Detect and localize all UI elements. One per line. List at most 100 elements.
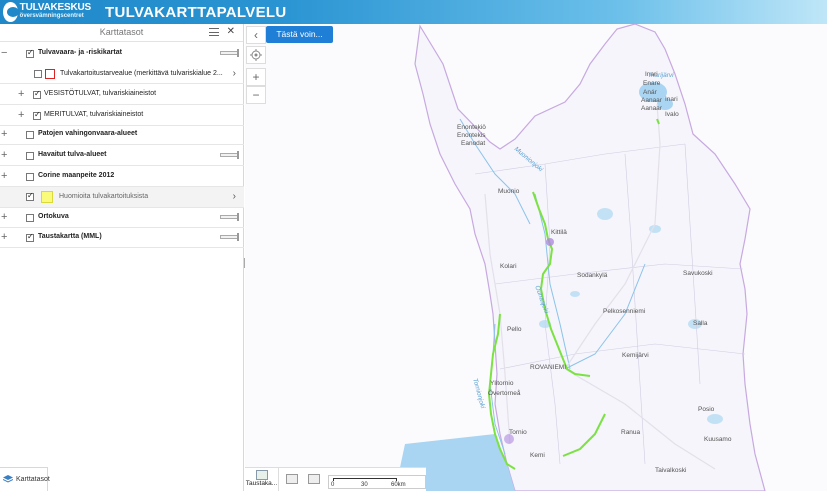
place-label: Eanodat — [461, 140, 486, 147]
layer-row-taustakartta: + Taustakartta (MML) — [0, 228, 244, 248]
layer-checkbox[interactable] — [33, 110, 41, 120]
tulvakeskus-logo[interactable]: TULVAKESKUS översvämningscentret — [3, 1, 91, 23]
crosshair-icon — [250, 49, 262, 61]
panel-header: Karttatasot ✕ — [0, 24, 243, 42]
place-label: Enontekis — [457, 132, 486, 139]
place-label: Inari — [665, 96, 678, 103]
layer-label: VESISTÖTULVAT, tulvariskiaineistot — [44, 90, 157, 97]
map-tool-button[interactable] — [283, 468, 301, 491]
layer-panel: Karttatasot ✕ − Tulvavaara- ja -riskikar… — [0, 24, 244, 491]
scale-label: 60km — [391, 482, 406, 488]
action-menu-button[interactable]: Tästä voin... — [266, 26, 333, 43]
place-label: Anár — [643, 89, 657, 96]
layer-checkbox[interactable] — [26, 232, 34, 242]
app-title: TULVAKARTTAPALVELU — [105, 3, 287, 21]
collapse-panel-button[interactable]: ‹ — [246, 26, 266, 44]
collapse-icon[interactable]: − — [1, 47, 7, 59]
layer-label: Taustakartta (MML) — [38, 233, 102, 240]
layers-toggle-button[interactable]: Karttatasot — [0, 467, 50, 491]
place-label: Kuusamo — [704, 436, 732, 443]
layer-checkbox[interactable] — [26, 131, 34, 139]
locate-button[interactable] — [246, 46, 266, 64]
layer-row-huomioita: Huomioita tulvakartoituksista › — [0, 187, 244, 208]
layer-checkbox[interactable] — [34, 70, 42, 78]
scale-label: 30 — [361, 482, 368, 488]
basemap-label: Taustaka... — [245, 480, 278, 487]
place-label: Enontekiö — [457, 124, 486, 131]
layer-label: Tulvavaara- ja -riskikartat — [38, 49, 122, 56]
layer-checkbox[interactable] — [26, 214, 34, 222]
layer-row-meritulvat: + MERITULVAT, tulvariskiaineistot — [0, 106, 244, 126]
expand-icon[interactable]: + — [1, 128, 7, 140]
opacity-slider[interactable] — [220, 233, 239, 241]
layer-label: Corine maanpeite 2012 — [38, 172, 115, 179]
opacity-slider[interactable] — [220, 151, 239, 159]
zoom-out-button[interactable]: − — [246, 86, 266, 104]
place-label: Kemi — [530, 452, 545, 459]
app-header: TULVAKESKUS översvämningscentret TULVAKA… — [0, 0, 827, 24]
map-bottom-toolbar: Taustaka... 0 30 60km — [245, 467, 426, 491]
map-tool-button[interactable] — [305, 468, 323, 491]
layer-checkbox[interactable] — [26, 191, 34, 201]
map-canvas — [245, 24, 827, 491]
place-label: Muonio — [498, 188, 520, 195]
layer-label: Havaitut tulva-alueet — [38, 151, 107, 158]
panel-title: Karttatasot — [99, 27, 144, 37]
legend-swatch-red — [45, 69, 55, 79]
place-label: Kittilä — [551, 229, 567, 236]
layer-label: Huomioita tulvakartoituksista — [59, 193, 149, 200]
chevron-right-icon[interactable]: › — [233, 68, 236, 79]
map-compare-icon — [308, 474, 320, 484]
zoom-in-button[interactable]: + — [246, 68, 266, 86]
place-label: Salla — [693, 320, 708, 327]
expand-icon[interactable]: + — [1, 211, 7, 223]
basemap-icon — [255, 470, 268, 480]
layer-label: Tulvakartoitustarvealue (merkittävä tulv… — [60, 70, 223, 77]
layer-row-tulvakartoitustarvealue: Tulvakartoitustarvealue (merkittävä tulv… — [0, 64, 244, 84]
expand-icon[interactable]: + — [1, 149, 7, 161]
place-label: ROVANIEMI — [530, 364, 566, 371]
place-label: Tornio — [509, 429, 527, 436]
layer-checkbox[interactable] — [26, 152, 34, 160]
place-label: Ivalo — [665, 111, 679, 118]
layer-row-tulvavaara: − Tulvavaara- ja -riskikartat — [0, 44, 244, 64]
chevron-right-icon[interactable]: › — [233, 191, 236, 202]
place-label: Inarijärvi — [649, 72, 674, 79]
place-label: Taivalkoski — [655, 467, 687, 474]
expand-icon[interactable]: + — [1, 231, 7, 243]
basemap-button[interactable]: Taustaka... — [245, 468, 279, 491]
expand-icon[interactable]: + — [18, 88, 24, 100]
expand-icon[interactable]: + — [1, 170, 7, 182]
layer-label: Ortokuva — [38, 213, 69, 220]
layer-checkbox[interactable] — [26, 48, 34, 58]
place-label: Aanaar — [641, 97, 662, 104]
opacity-slider[interactable] — [220, 213, 239, 221]
layer-checkbox[interactable] — [33, 89, 41, 99]
place-label: Enare — [643, 80, 661, 87]
layer-row-vesistotulvat: + VESISTÖTULVAT, tulvariskiaineistot — [0, 85, 244, 105]
place-label: Ranua — [621, 429, 641, 436]
layer-row-havaitut: + Havaitut tulva-alueet — [0, 146, 244, 166]
layer-row-patojen: + Patojen vahingonvaara-alueet — [0, 125, 244, 145]
layer-row-corine: + Corine maanpeite 2012 — [0, 167, 244, 187]
place-label: Kemijärvi — [622, 352, 649, 359]
layers-icon — [3, 475, 13, 483]
logo-subtitle: översvämningscentret — [19, 13, 84, 19]
layers-toggle-label: Karttatasot — [16, 476, 50, 483]
place-label: Pelkosenniemi — [603, 308, 646, 315]
wave-logo-icon — [3, 2, 19, 22]
place-label: Sodankylä — [577, 272, 608, 279]
place-label: Pello — [507, 326, 522, 333]
place-label: Aanaar — [641, 105, 662, 112]
scale-label: 0 — [331, 482, 335, 488]
scale-bar: 0 30 60km — [328, 475, 426, 489]
expand-icon[interactable]: + — [18, 109, 24, 121]
opacity-slider[interactable] — [220, 49, 239, 57]
layer-checkbox[interactable] — [26, 173, 34, 181]
place-label: Kolari — [500, 263, 517, 270]
close-icon[interactable]: ✕ — [227, 26, 235, 37]
place-label: Savukoski — [683, 270, 713, 277]
logo-title: TULVAKESKUS — [19, 2, 92, 13]
menu-icon[interactable] — [209, 28, 219, 36]
map-view[interactable]: Inari Enare Anár Aanaar Aanaar Inarijärv… — [245, 24, 827, 491]
